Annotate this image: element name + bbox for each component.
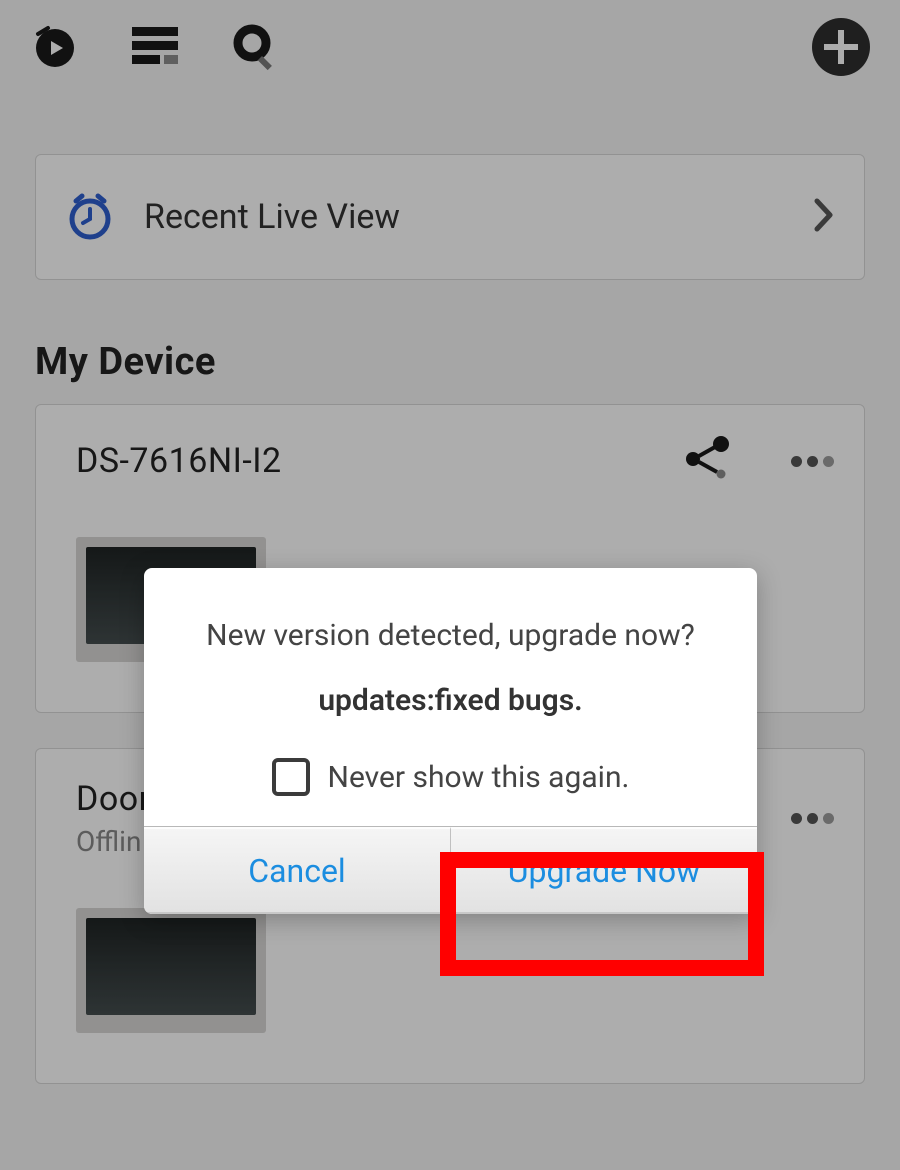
never-show-checkbox[interactable]: [272, 758, 310, 796]
upgrade-dialog: New version detected, upgrade now? updat…: [144, 568, 757, 914]
upgrade-now-button[interactable]: Upgrade Now: [451, 827, 757, 914]
dialog-checkbox-row: Never show this again.: [144, 758, 757, 826]
dialog-title: New version detected, upgrade now?: [144, 568, 757, 683]
cancel-button[interactable]: Cancel: [144, 827, 451, 914]
dialog-actions: Cancel Upgrade Now: [144, 826, 757, 914]
never-show-label: Never show this again.: [328, 760, 630, 795]
dialog-subtitle: updates:fixed bugs.: [144, 683, 757, 758]
